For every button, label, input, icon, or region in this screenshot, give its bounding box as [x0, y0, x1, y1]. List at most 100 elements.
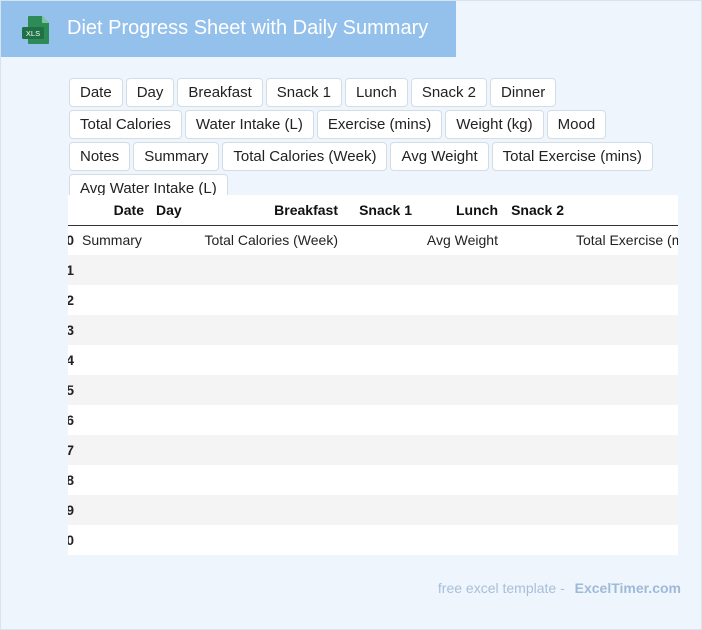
field-chip[interactable]: Day [125, 78, 175, 107]
table-cell[interactable] [344, 375, 418, 405]
row-index-cell[interactable]: 9 [68, 495, 76, 525]
field-chip[interactable]: Breakfast [177, 78, 263, 107]
row-index-cell[interactable]: 1 [68, 255, 76, 285]
table-cell[interactable] [504, 255, 570, 285]
field-chip[interactable]: Total Exercise (mins) [491, 142, 653, 171]
table-cell[interactable] [504, 435, 570, 465]
table-cell[interactable] [570, 465, 678, 495]
table-cell[interactable] [344, 345, 418, 375]
row-index-cell[interactable]: 2 [68, 285, 76, 315]
table-cell[interactable] [150, 225, 190, 255]
table-cell[interactable] [418, 405, 504, 435]
table-cell[interactable] [344, 285, 418, 315]
table-cell[interactable] [504, 225, 570, 255]
table-cell[interactable] [344, 225, 418, 255]
table-cell[interactable] [418, 345, 504, 375]
field-chip[interactable]: Snack 2 [410, 78, 488, 107]
table-cell[interactable] [150, 525, 190, 555]
field-chip[interactable]: Notes [69, 142, 131, 171]
field-chip[interactable]: Mood [546, 110, 607, 139]
table-cell[interactable] [570, 525, 678, 555]
table-cell[interactable]: Summary [76, 225, 150, 255]
field-chip[interactable]: Date [69, 78, 123, 107]
table-cell[interactable] [570, 315, 678, 345]
row-index-cell[interactable]: 8 [68, 465, 76, 495]
table-cell[interactable] [76, 525, 150, 555]
table-cell[interactable] [504, 525, 570, 555]
table-cell[interactable] [150, 345, 190, 375]
table-cell[interactable] [570, 285, 678, 315]
table-cell[interactable] [150, 435, 190, 465]
row-index-cell[interactable]: 3 [68, 315, 76, 345]
table-cell[interactable]: Total Calories (Week) [190, 225, 344, 255]
table-cell[interactable] [150, 285, 190, 315]
footer-brand-link[interactable]: ExcelTimer.com [575, 580, 681, 596]
field-chip[interactable]: Summary [133, 142, 220, 171]
table-cell[interactable] [418, 495, 504, 525]
table-cell[interactable] [570, 495, 678, 525]
table-cell[interactable] [190, 285, 344, 315]
table-cell[interactable] [76, 315, 150, 345]
table-cell[interactable] [190, 435, 344, 465]
table-cell[interactable] [190, 525, 344, 555]
table-cell[interactable] [344, 435, 418, 465]
table-cell[interactable] [504, 465, 570, 495]
table-cell[interactable]: Avg Weight [418, 225, 504, 255]
table-cell[interactable] [504, 495, 570, 525]
table-cell[interactable] [418, 435, 504, 465]
table-cell[interactable] [418, 315, 504, 345]
field-chip[interactable]: Avg Weight [390, 142, 489, 171]
table-cell[interactable] [570, 405, 678, 435]
table-cell[interactable] [418, 375, 504, 405]
table-cell[interactable] [344, 465, 418, 495]
table-cell[interactable] [150, 255, 190, 285]
table-cell[interactable] [504, 405, 570, 435]
table-cell[interactable] [418, 255, 504, 285]
row-index-cell[interactable]: 6 [68, 405, 76, 435]
table-cell[interactable] [76, 375, 150, 405]
table-cell[interactable] [76, 435, 150, 465]
table-cell[interactable] [504, 375, 570, 405]
table-cell[interactable] [76, 285, 150, 315]
row-index-cell[interactable]: 7 [68, 435, 76, 465]
table-cell[interactable] [570, 375, 678, 405]
table-cell[interactable] [504, 285, 570, 315]
table-cell[interactable] [190, 405, 344, 435]
field-chip[interactable]: Total Calories (Week) [222, 142, 388, 171]
table-cell[interactable] [76, 255, 150, 285]
table-cell[interactable] [570, 345, 678, 375]
table-cell[interactable] [418, 285, 504, 315]
table-cell[interactable] [344, 495, 418, 525]
field-chip[interactable]: Water Intake (L) [184, 110, 314, 139]
table-cell[interactable] [190, 255, 344, 285]
table-cell[interactable] [504, 315, 570, 345]
table-cell[interactable] [76, 345, 150, 375]
table-cell[interactable] [150, 465, 190, 495]
field-chip[interactable]: Lunch [344, 78, 408, 107]
table-cell[interactable] [190, 495, 344, 525]
field-chip[interactable]: Weight (kg) [445, 110, 544, 139]
table-cell[interactable] [76, 405, 150, 435]
table-cell[interactable] [504, 345, 570, 375]
table-cell[interactable] [344, 525, 418, 555]
table-cell[interactable] [190, 465, 344, 495]
table-cell[interactable] [150, 405, 190, 435]
table-cell[interactable] [344, 315, 418, 345]
table-cell[interactable] [344, 405, 418, 435]
table-cell[interactable] [150, 315, 190, 345]
field-chip[interactable]: Snack 1 [265, 78, 342, 107]
table-cell[interactable] [150, 495, 190, 525]
table-cell[interactable] [150, 375, 190, 405]
row-index-cell[interactable]: 5 [68, 375, 76, 405]
table-cell[interactable] [418, 465, 504, 495]
field-chip[interactable]: Total Calories [69, 110, 182, 139]
table-cell[interactable] [344, 255, 418, 285]
table-cell[interactable] [190, 315, 344, 345]
field-chip[interactable]: Dinner [490, 78, 557, 107]
table-cell[interactable] [570, 255, 678, 285]
table-cell[interactable] [190, 345, 344, 375]
row-index-cell[interactable]: 0 [68, 525, 76, 555]
sheet-table-container[interactable]: DateDayBreakfastSnack 1LunchSnack 2Dinr … [68, 195, 678, 555]
table-cell[interactable]: 0 [68, 225, 76, 255]
table-cell[interactable] [190, 375, 344, 405]
